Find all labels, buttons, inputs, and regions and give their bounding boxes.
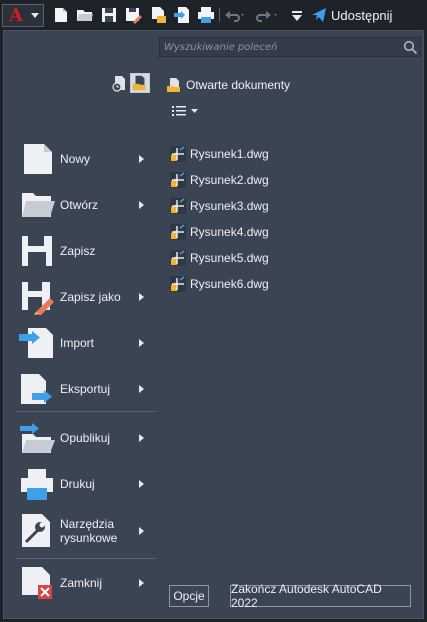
open-documents-pane: Otwarte dokumenty Rysunek1.dwg Rysunek2.d…: [166, 67, 422, 617]
menu-item-label: Eksportuj: [60, 382, 111, 396]
menu-item-close[interactable]: Zamknij: [14, 561, 156, 605]
menu-item-label: Import: [60, 336, 95, 350]
chevron-right-icon: [139, 385, 144, 393]
menu-item-label: Zapisz: [60, 244, 96, 258]
recent-documents-icon[interactable]: [110, 73, 130, 93]
list-item[interactable]: Rysunek4.dwg: [170, 219, 370, 245]
open-folder-icon: [22, 193, 55, 217]
dwg-file-icon: [170, 224, 186, 240]
save-icon[interactable]: [100, 6, 118, 24]
document-name: Rysunek5.dwg: [190, 251, 269, 265]
command-search[interactable]: [159, 37, 421, 57]
close-document-icon: [22, 567, 52, 599]
import-icon: [19, 328, 53, 358]
menu-item-save[interactable]: Zapisz: [14, 229, 156, 273]
menu-item-label: Drukuj: [60, 477, 95, 491]
document-name: Rysunek3.dwg: [190, 199, 269, 213]
open-icon[interactable]: [76, 6, 94, 24]
menu-item-print[interactable]: Drukuj: [14, 462, 156, 506]
open-documents-icon[interactable]: [130, 73, 150, 93]
menu-item-save-as[interactable]: Zapisz jako: [14, 275, 156, 319]
share-label: Udostępnij: [331, 7, 393, 23]
save-as-icon[interactable]: [124, 6, 142, 24]
open-documents-list: Rysunek1.dwg Rysunek2.dwg Rysunek3.dwg Rysu…: [170, 141, 370, 297]
export-icon: [21, 374, 52, 404]
document-name: Rysunek2.dwg: [190, 173, 269, 187]
list-item[interactable]: Rysunek5.dwg: [170, 245, 370, 271]
menu-item-label: Zamknij: [60, 576, 103, 590]
dwg-file-icon: [170, 172, 186, 188]
document-name: Rysunek6.dwg: [190, 277, 269, 291]
undo-icon[interactable]: [222, 6, 246, 24]
chevron-right-icon: [139, 201, 144, 209]
open-documents-icon: [167, 78, 180, 92]
share-icon: [312, 8, 326, 22]
menu-item-label: Opublikuj: [60, 431, 111, 445]
list-item[interactable]: Rysunek1.dwg: [170, 141, 370, 167]
dwg-file-icon: [170, 276, 186, 292]
save-floppy-icon: [22, 236, 52, 266]
dwg-file-icon: [170, 198, 186, 214]
view-options-icon[interactable]: [170, 103, 202, 119]
chevron-right-icon: [139, 155, 144, 163]
printer-icon: [21, 469, 53, 500]
menu-divider: [16, 411, 156, 412]
quick-access-toolbar: A Udostępnij: [0, 0, 427, 30]
options-button[interactable]: Opcje: [169, 585, 209, 607]
list-item[interactable]: Rysunek6.dwg: [170, 271, 370, 297]
document-name: Rysunek4.dwg: [190, 225, 269, 239]
open-documents-title: Otwarte dokumenty: [186, 78, 291, 92]
application-menu-button[interactable]: A: [2, 4, 44, 27]
chevron-right-icon: [139, 293, 144, 301]
menu-item-drawing-utilities[interactable]: Narzędzia rysunkowe: [14, 508, 156, 554]
chevron-down-icon: [31, 13, 39, 18]
menu-item-import[interactable]: Import: [14, 321, 156, 365]
save-as-icon: [22, 282, 54, 315]
open-from-web-icon[interactable]: [149, 6, 167, 24]
search-icon[interactable]: [403, 40, 418, 55]
publish-icon: [20, 423, 55, 453]
menu-item-label: Otwórz: [60, 198, 99, 212]
drawing-utilities-icon: [22, 514, 50, 547]
chevron-right-icon: [139, 480, 144, 488]
exit-autocad-button[interactable]: Zakończ Autodesk AutoCAD 2022: [230, 582, 411, 610]
save-to-web-icon[interactable]: [173, 6, 191, 24]
chevron-right-icon: [139, 434, 144, 442]
dwg-file-icon: [170, 146, 186, 162]
menu-divider: [16, 558, 156, 559]
menu-item-publish[interactable]: Opublikuj: [14, 416, 156, 460]
menu-item-label: Zapisz jako: [60, 290, 121, 304]
autocad-logo: A: [9, 5, 23, 26]
new-document-icon: [24, 144, 52, 174]
list-item[interactable]: Rysunek3.dwg: [170, 193, 370, 219]
chevron-right-icon: [139, 339, 144, 347]
document-name: Rysunek1.dwg: [190, 147, 269, 161]
menu-list: Nowy Otwórz Zapisz Zapisz jako Import Ek…: [14, 67, 156, 617]
list-item[interactable]: Rysunek2.dwg: [170, 167, 370, 193]
search-input[interactable]: [160, 38, 400, 56]
customize-icon[interactable]: [290, 6, 304, 24]
dwg-file-icon: [170, 250, 186, 266]
menu-item-label: Nowy: [60, 152, 91, 166]
share-button[interactable]: Udostępnij: [311, 6, 392, 24]
menu-item-export[interactable]: Eksportuj: [14, 367, 156, 411]
chevron-right-icon: [139, 579, 144, 587]
new-icon[interactable]: [52, 6, 70, 24]
menu-item-open[interactable]: Otwórz: [14, 183, 156, 227]
chevron-right-icon: [139, 527, 144, 535]
menu-item-new[interactable]: Nowy: [14, 137, 156, 181]
toolbar-separator: [219, 8, 220, 22]
redo-icon[interactable]: [254, 6, 278, 24]
open-documents-heading: Otwarte dokumenty: [166, 75, 290, 95]
application-menu-panel: Nowy Otwórz Zapisz Zapisz jako Import: [3, 30, 424, 619]
plot-icon[interactable]: [197, 6, 215, 24]
